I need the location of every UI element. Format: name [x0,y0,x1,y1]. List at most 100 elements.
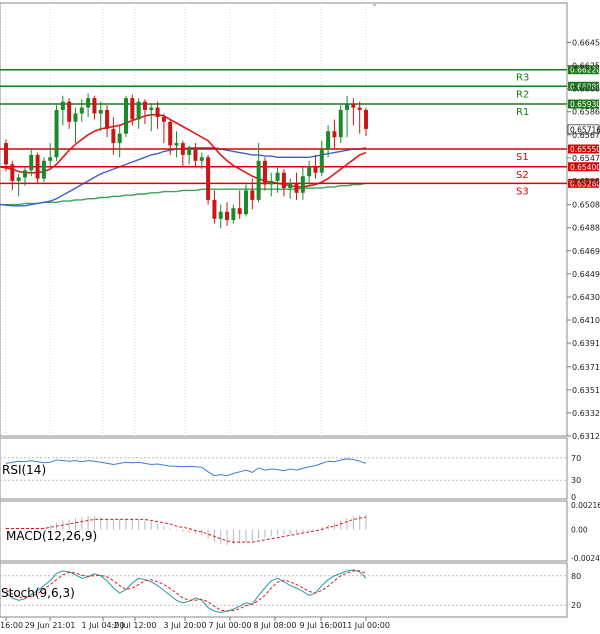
candle-body [168,121,173,146]
rsi-panel: 70300 RSI(14) [0,437,581,502]
price-tick-label: 0.64690 [572,247,600,256]
candle-body [288,183,293,189]
candle-body [275,172,280,181]
rsi-tick-label: 70 [571,454,581,463]
level-name-s2: S2 [516,170,529,181]
candle-body [136,101,141,120]
candle [124,95,128,138]
candle-body [313,166,318,173]
candle-body [142,101,147,110]
candle-body [193,149,198,161]
level-tag-text-s1: 0.65550 [570,145,600,154]
candle-body [212,199,217,219]
price-tick-label: 0.65865 [572,108,600,117]
candle-body [300,176,305,193]
candle-body [149,107,154,110]
candle-body [161,117,166,122]
price-tick-label: 0.63515 [572,386,600,395]
time-tick-label: 16:00 [0,621,23,630]
candle-body [86,98,91,108]
price-tick-label: 0.64885 [572,224,600,233]
candle-body [67,101,72,122]
candle-body [281,172,286,189]
candle-body [92,98,97,114]
candle-body [29,154,34,171]
candle-body [4,143,8,165]
candle-body [338,109,343,138]
time-tick-label: 3 Jul 20:00 [164,621,207,630]
price-tick-label: 0.66450 [572,38,600,47]
trading-chart: R30.66220R20.66080R10.65930S10.65550S20.… [0,2,600,630]
price-tick-label: 0.65670 [572,131,600,140]
macd-tick-label: 0.002164 [571,501,600,510]
candle-body [98,109,103,114]
price-tick-label: 0.63910 [572,339,600,348]
time-tick-label: 9 Jul 16:00 [300,621,343,630]
time-tick-label: 29 Jun 21:01 [25,621,76,630]
level-name-r3: R3 [516,73,529,84]
candle-body [319,149,324,173]
candle-body [332,131,337,138]
price-axis: 0.66450 0.66255 0.66060 0.65865 0.65670 0.654… [567,38,600,441]
stoch-tick-label: 80 [571,572,581,581]
candle-body [10,164,15,181]
candle [206,154,211,205]
candle-body [35,154,40,179]
time-tick-label: 7 Jul 00:00 [209,621,252,630]
candle-body [48,157,53,161]
time-tick-label: 11 Jul 00:00 [342,621,390,630]
candle-body [130,98,135,120]
stoch-panel: 80 20 Stoch(9,6,3) [0,562,581,618]
candle-body [256,160,261,200]
candle-body [117,133,122,144]
candle-body [364,109,368,129]
candle-body [174,143,179,146]
macd-panel: 0.002164 0.00 -0.002497 MACD(12,26,9) [0,500,600,563]
candle-body [294,183,299,193]
macd-label: MACD(12,26,9) [6,529,97,543]
price-tick-label: 0.66060 [572,85,600,94]
price-tick-label: 0.64105 [572,316,600,325]
candle-body [262,160,267,185]
candle-body [60,101,65,110]
stoch-tick-label: 20 [571,601,581,610]
candle-body [326,131,331,150]
candle-body [307,166,312,177]
candle-body [225,211,230,221]
level-tag-text-s2: 0.65400 [570,163,600,172]
price-tick-label: 0.65080 [572,201,600,210]
price-tick-label: 0.64495 [572,270,600,279]
stoch-label: Stoch(9,6,3) [1,586,75,600]
candle-body [199,157,204,161]
candle-body [269,180,274,185]
candle [54,105,59,161]
candle-body [111,128,116,144]
candle-body [345,104,350,110]
price-tick-label: 0.63710 [572,363,600,372]
candle-body [73,113,78,122]
candle-body [250,190,255,200]
price-tick-label: 0.63320 [572,409,600,418]
stoch-panel-border [0,562,568,618]
candle-body [244,190,248,215]
candle-body [54,109,59,158]
level-name-s1: S1 [516,152,529,163]
candle-body [22,170,27,178]
candle-body [124,98,128,134]
candle-body [79,107,84,114]
time-axis: 16:00 29 Jun 21:01 1 Jul 04:002 Jul 12:00 3… [0,617,390,630]
rsi-tick-label: 30 [571,476,581,485]
rsi-label: RSI(14) [2,463,46,477]
candle-body [231,208,236,221]
candle-body [187,149,192,155]
level-name-r2: R2 [516,89,529,100]
price-tick-label: 0.63125 [572,432,600,441]
price-tick-label: 0.65475 [572,154,600,163]
price-panel-border [0,2,568,437]
macd-tick-label: 0.00 [571,526,588,535]
candle-body [41,160,46,179]
candle-body [105,109,110,129]
level-name-r1: R1 [516,107,529,118]
time-tick-label: 8 Jul 08:00 [254,621,297,630]
candle-body [155,107,160,118]
